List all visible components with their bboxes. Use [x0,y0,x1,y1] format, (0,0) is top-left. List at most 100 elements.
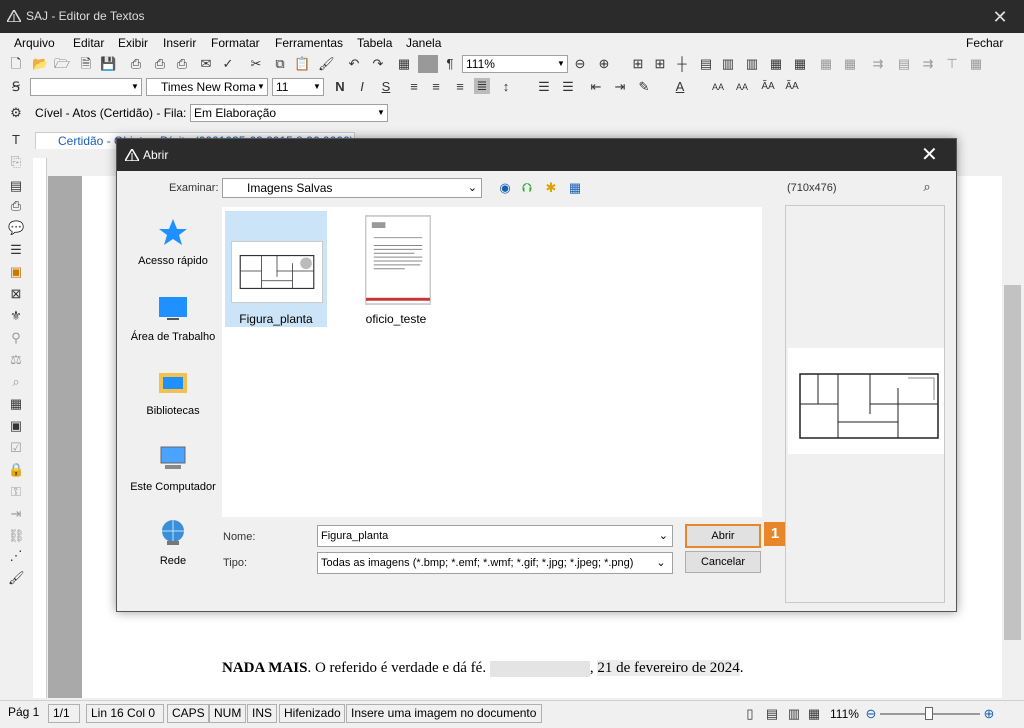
text-tool-icon[interactable]: T [8,132,24,148]
line-spacing-icon[interactable]: ↕ [498,79,514,95]
grow-font-icon[interactable]: AA [710,79,726,95]
table-more-icon[interactable]: ▦ [968,56,984,72]
zoom-in-icon[interactable]: ⊕ [596,56,612,72]
file-item[interactable]: oficio_teste [345,211,447,327]
export-icon[interactable]: 🗎 [78,56,94,72]
table-borders-icon[interactable]: ⊤ [944,56,960,72]
cancel-button[interactable]: Cancelar [685,551,761,573]
view-menu-icon[interactable]: ▦ [567,180,583,196]
menu-fechar[interactable]: Fechar [966,36,1003,50]
form-icon[interactable]: ▣ [8,418,24,434]
print-icon[interactable]: ⎙ [128,56,144,72]
save-icon[interactable]: 💾 [100,56,116,72]
align-left-icon[interactable]: ≡ [406,79,422,95]
undo-icon[interactable]: ↶ [346,56,362,72]
shrink-font-icon[interactable]: AA [734,79,750,95]
table-cols-icon[interactable]: ▥ [744,56,760,72]
key-icon[interactable]: ⚿ [8,484,24,500]
chevron-down-icon[interactable]: ⌄ [659,526,668,546]
menu-ferramentas[interactable]: Ferramentas [275,36,343,50]
view-page-icon[interactable]: ▯ [742,706,758,722]
file-name-input[interactable]: Figura_planta ⌄ [317,525,673,547]
menu-janela[interactable]: Janela [406,36,441,50]
clear-format-icon[interactable]: ÃA [784,79,800,95]
view-draft-icon[interactable]: ▦ [806,706,822,722]
chevron-down-icon[interactable]: ⌄ [654,553,668,573]
check-icon[interactable]: ☑ [8,440,24,456]
blank-tool-icon[interactable] [418,55,438,73]
style-combo[interactable]: ▼ [30,78,142,96]
chevron-down-icon[interactable]: ▼ [375,105,387,121]
table-cells-icon[interactable]: ▤ [698,56,714,72]
paint-icon[interactable]: 🖌 [8,570,25,586]
file-type-select[interactable]: Todas as imagens (*.bmp; *.emf; *.wmf; *… [317,552,673,574]
zoom-slider-thumb[interactable] [925,707,933,720]
stamp-icon[interactable]: ⎙ [8,198,24,214]
table-sort-icon[interactable]: ⇉ [870,56,886,72]
menu-tabela[interactable]: Tabela [357,36,392,50]
file-item[interactable]: Figura_planta [225,211,327,327]
up-folder-icon[interactable]: ⮉ [519,180,535,196]
table-rows-icon[interactable]: ▥ [720,56,736,72]
font-size-combo[interactable]: 11 ▼ [272,78,324,96]
document-icon[interactable]: ▣ [8,264,24,280]
exit-icon[interactable]: ⇥ [8,506,24,522]
italic-icon[interactable]: I [354,79,370,95]
style-icon[interactable]: Ꞩ [8,79,24,95]
copy-icon[interactable]: ⧉ [272,56,288,72]
table-split-icon[interactable]: ▦ [768,56,784,72]
table-merge-icon[interactable]: ▦ [792,56,808,72]
look-in-combo[interactable]: Imagens Salvas ⌄ [222,178,482,198]
font-color-icon[interactable]: A [672,79,688,95]
table-align-icon[interactable]: ▤ [896,56,912,72]
indent-icon[interactable]: ⇥ [612,79,628,95]
new-folder-icon[interactable]: ✱ [543,180,559,196]
remove-field-icon[interactable]: ⊠ [8,286,24,302]
chevron-down-icon[interactable]: ▼ [255,79,267,95]
search-doc-icon[interactable]: ⌕ [8,374,24,390]
justify-icon[interactable]: ≣ [474,78,490,94]
chevron-down-icon[interactable]: ▼ [129,79,141,95]
new-doc-icon[interactable]: 🗋 [8,56,24,72]
place-desktop[interactable]: Área de Trabalho [125,293,221,343]
menu-editar[interactable]: Editar [73,36,104,50]
calendar-icon[interactable]: ▦ [8,396,24,412]
menu-exibir[interactable]: Exibir [118,36,148,50]
place-network[interactable]: Rede [125,517,221,567]
table-icon[interactable]: ▦ [396,56,412,72]
place-libraries[interactable]: Bibliotecas [125,367,221,417]
zoom-combo[interactable]: 111% ▼ [462,55,568,73]
scrollbar-thumb[interactable] [1004,285,1021,640]
file-list[interactable]: Figura_planta oficio_teste [222,207,762,517]
outdent-icon[interactable]: ⇤ [588,79,604,95]
open-button[interactable]: Abrir [685,524,761,548]
lock-icon[interactable]: 🔒 [8,462,24,478]
cut-icon[interactable]: ✂ [248,56,264,72]
vertical-scrollbar[interactable] [1002,158,1024,698]
format-painter-icon[interactable]: 🖌 [318,56,335,72]
bullets-icon[interactable]: ☰ [536,79,552,95]
justice-icon[interactable]: ⚖ [8,352,24,368]
align-center-icon[interactable]: ≡ [428,79,444,95]
table-grid-icon[interactable]: ⊞ [630,56,646,72]
menu-arquivo[interactable]: Arquivo [14,36,55,50]
highlight-icon[interactable]: ✎ [636,79,652,95]
view-web-icon[interactable]: ▥ [786,706,802,722]
list-icon[interactable]: ☰ [8,242,24,258]
sign-icon[interactable]: ⚲ [8,330,24,346]
table-fill-icon[interactable]: ⇉ [920,56,936,72]
place-quick-access[interactable]: Acesso rápido [125,217,221,267]
share-icon[interactable]: ⋰ [8,548,24,564]
menu-formatar[interactable]: Formatar [211,36,260,50]
back-icon[interactable]: ◉ [497,180,513,196]
print-setup-icon[interactable]: ⎙ [174,56,190,72]
insert-field-icon[interactable]: ⎘ [8,154,24,170]
dialog-close-icon[interactable]: ✕ [921,144,938,166]
chevron-down-icon[interactable]: ⌄ [468,179,477,197]
spellcheck-icon[interactable]: ✓ [220,56,236,72]
underline-icon[interactable]: S [378,79,394,95]
table-cross-icon[interactable]: ┼ [674,56,690,72]
redo-icon[interactable]: ↷ [370,56,386,72]
zoom-out-icon[interactable]: ⊖ [572,56,588,72]
pilcrow-icon[interactable]: ¶ [442,56,458,72]
